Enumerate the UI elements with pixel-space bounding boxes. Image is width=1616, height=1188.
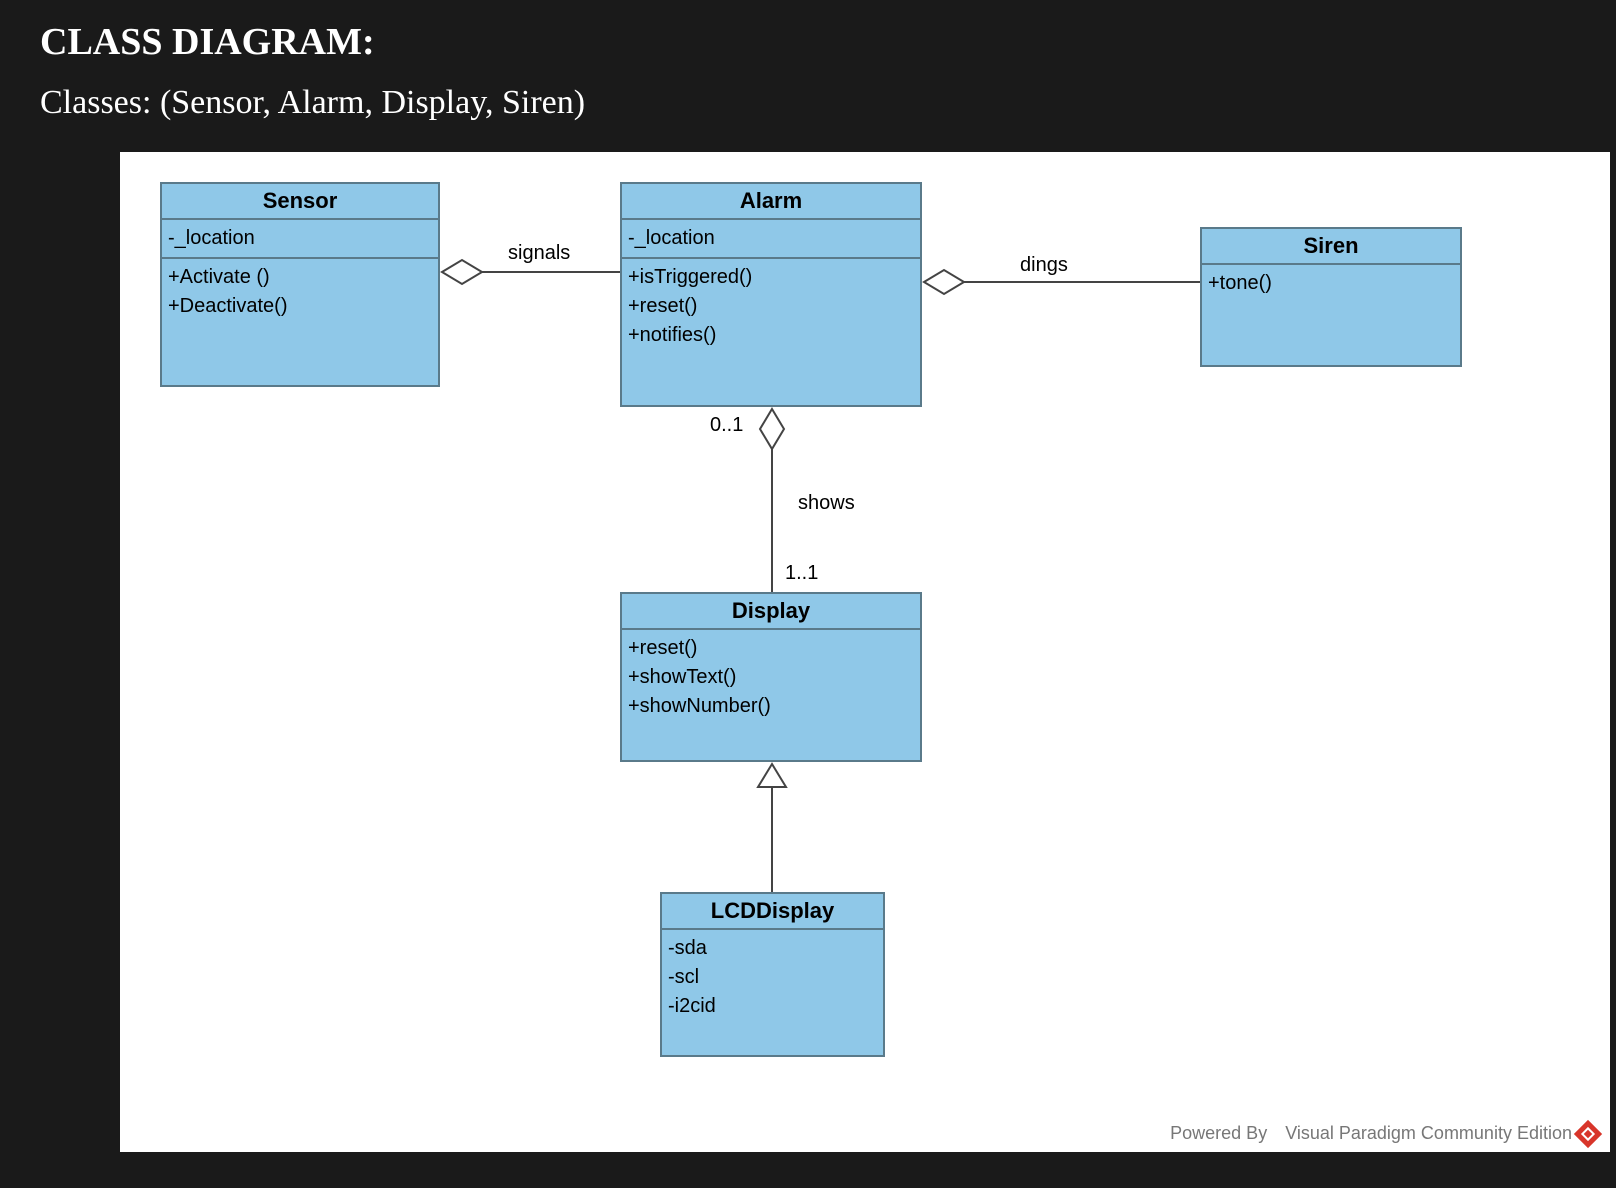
op: +notifies() [628,321,914,350]
attr: -_location [168,224,432,253]
op: +reset() [628,634,914,663]
class-name: Siren [1202,229,1460,265]
op: +showNumber() [628,692,914,721]
op: +tone() [1208,269,1454,298]
relation-shows [760,409,784,592]
class-name: Sensor [162,184,438,220]
class-ops: +isTriggered() +reset() +notifies() [622,259,920,405]
class-attrs: -_location [622,220,920,259]
class-ops: +reset() +showText() +showNumber() [622,630,920,760]
attr: -_location [628,224,914,253]
page-subtitle: Classes: (Sensor, Alarm, Display, Siren) [40,84,1576,122]
class-name: Alarm [622,184,920,220]
page-title: CLASS DIAGRAM: [40,20,1576,64]
mult-shows-bottom: 1..1 [785,562,818,585]
op: +isTriggered() [628,263,914,292]
op: +Activate () [168,263,432,292]
class-ops: +tone() [1202,265,1460,365]
relation-inheritance [758,764,786,892]
class-sensor: Sensor -_location +Activate () +Deactiva… [160,182,440,387]
op: +reset() [628,292,914,321]
class-attrs: -_location [162,220,438,259]
class-alarm: Alarm -_location +isTriggered() +reset()… [620,182,922,407]
class-lcddisplay: LCDDisplay -sda -scl -i2cid [660,892,885,1057]
class-siren: Siren +tone() [1200,227,1462,367]
class-name: LCDDisplay [662,894,883,930]
mult-shows-top: 0..1 [710,414,743,437]
attr: -scl [668,963,877,992]
attr: -sda [668,934,877,963]
watermark: Powered By Visual Paradigm Community Edi… [1170,1123,1598,1144]
watermark-text: Powered By Visual Paradigm Community Edi… [1170,1123,1572,1144]
visual-paradigm-icon [1574,1119,1602,1147]
diagram-canvas: Sensor -_location +Activate () +Deactiva… [120,152,1610,1152]
class-display: Display +reset() +showText() +showNumber… [620,592,922,762]
relation-dings [924,270,1200,294]
op: +showText() [628,663,914,692]
class-name: Display [622,594,920,630]
label-signals: signals [508,242,570,265]
label-shows: shows [798,492,855,515]
label-dings: dings [1020,254,1068,277]
class-attrs: -sda -scl -i2cid [662,930,883,1055]
attr: -i2cid [668,992,877,1021]
op: +Deactivate() [168,292,432,321]
relation-signals [442,260,620,284]
class-ops: +Activate () +Deactivate() [162,259,438,385]
